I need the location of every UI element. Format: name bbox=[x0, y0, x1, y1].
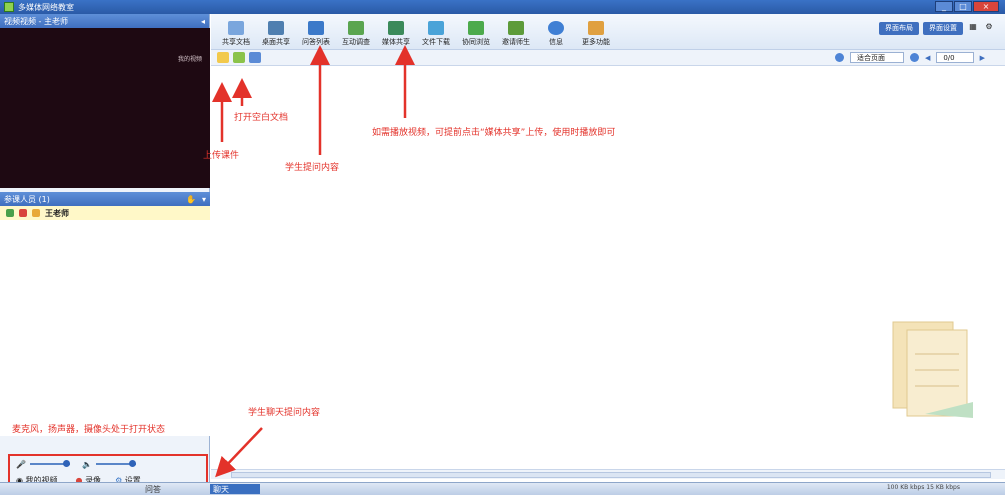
tool-label: 文件下载 bbox=[422, 38, 450, 46]
info-icon bbox=[548, 21, 564, 35]
tool-label: 共享文档 bbox=[222, 38, 250, 46]
volume-row: 🎤 🔈 bbox=[10, 456, 206, 472]
annotation-upload: 上传课件 bbox=[203, 151, 240, 161]
tool-more[interactable]: 更多功能 bbox=[577, 21, 615, 49]
microphone-slider[interactable] bbox=[29, 460, 70, 467]
annotation-media-tip: 如需播放视频，可提前点击“媒体共享”上传，使用时播放即可 bbox=[372, 128, 616, 138]
prev-page-icon[interactable]: ◀ bbox=[925, 54, 930, 62]
tool-label: 信息 bbox=[549, 38, 563, 46]
microphone-icon[interactable]: 🎤 bbox=[16, 460, 26, 469]
app-logo-icon bbox=[4, 2, 14, 12]
invite-icon bbox=[508, 21, 524, 35]
camera-icon bbox=[19, 209, 27, 217]
tool-file-download[interactable]: 文件下载 bbox=[417, 21, 455, 49]
tool-invite[interactable]: 邀请师生 bbox=[497, 21, 535, 49]
user-name: 王老师 bbox=[45, 208, 69, 218]
tool-survey[interactable]: 互动调查 bbox=[337, 21, 375, 49]
toolbar: 共享文档 桌面共享 问答列表 互动调查 媒体共享 文件下载 协同浏览 邀请师生 … bbox=[211, 14, 1005, 50]
tool-desktop-share[interactable]: 桌面共享 bbox=[257, 21, 295, 49]
page-number-field[interactable]: 0/0 bbox=[936, 52, 974, 63]
qa-list-icon bbox=[308, 21, 324, 35]
speaker-slider[interactable] bbox=[95, 460, 136, 467]
folder-open-icon[interactable] bbox=[217, 52, 229, 63]
annotation-student-chat: 学生聊天提问内容 bbox=[248, 408, 321, 418]
more-icon bbox=[588, 21, 604, 35]
tool-label: 媒体共享 bbox=[382, 38, 410, 46]
user-icon bbox=[32, 209, 40, 217]
scrollbar-thumb[interactable] bbox=[231, 472, 991, 478]
view-settings-button[interactable]: 界面设置 bbox=[923, 22, 963, 35]
co-browse-icon bbox=[468, 21, 484, 35]
speaker-slider-knob[interactable] bbox=[128, 460, 136, 467]
microphone-slider-knob[interactable] bbox=[62, 460, 70, 467]
maximize-button[interactable]: □ bbox=[954, 1, 972, 12]
layout-button[interactable]: 界面布局 bbox=[879, 22, 919, 35]
grid-icon[interactable]: ▦ bbox=[967, 22, 979, 35]
gear-icon[interactable]: ⚙ bbox=[983, 22, 995, 35]
pin-icon[interactable]: ◂ bbox=[201, 17, 205, 26]
page-controls: 适合页面 ◀ 0/0 ▶ bbox=[834, 52, 985, 63]
zoom-in-icon[interactable] bbox=[909, 53, 919, 62]
desktop-share-icon bbox=[268, 21, 284, 35]
tool-label: 更多功能 bbox=[582, 38, 610, 46]
tool-media-share[interactable]: 媒体共享 bbox=[377, 21, 415, 49]
tool-label: 互动调查 bbox=[342, 38, 370, 46]
status-bar: 问答 聊天 100 KB kbps 15 KB kbps bbox=[0, 482, 1005, 495]
tool-label: 问答列表 bbox=[302, 38, 330, 46]
notebook-watermark-icon bbox=[892, 321, 973, 418]
network-status: 100 KB kbps 15 KB kbps bbox=[886, 484, 960, 491]
tool-share-doc[interactable]: 共享文档 bbox=[217, 21, 255, 49]
user-list: 王老师 bbox=[0, 206, 210, 436]
window-title: 多媒体网络教室 bbox=[18, 2, 74, 12]
page-mode-select[interactable]: 适合页面 bbox=[849, 52, 904, 63]
window-titlebar: 多媒体网络教室 _ □ × bbox=[0, 0, 1005, 14]
tool-label: 协同浏览 bbox=[462, 38, 490, 46]
video-header-title: 视频视频 - 主老师 bbox=[4, 16, 68, 26]
video-overlay-label: 我的视频 bbox=[177, 56, 202, 63]
toolbar-right: 界面布局 界面设置 ▦ ⚙ bbox=[879, 22, 995, 35]
tool-info[interactable]: 信息 bbox=[537, 21, 575, 49]
chat-tab[interactable]: 聊天 bbox=[210, 484, 260, 494]
next-page-icon[interactable]: ▶ bbox=[980, 54, 985, 62]
horizontal-scrollbar[interactable] bbox=[211, 469, 1005, 479]
annotation-devices-on: 麦克风，扬声器，摄像头处于打开状态 bbox=[12, 425, 166, 435]
pen-icon bbox=[6, 209, 14, 217]
tool-label: 邀请师生 bbox=[502, 38, 530, 46]
list-item[interactable]: 王老师 bbox=[0, 206, 210, 220]
video-area: 我的视频 bbox=[0, 28, 210, 188]
new-document-icon[interactable] bbox=[233, 52, 245, 63]
tool-qa-list[interactable]: 问答列表 bbox=[297, 21, 335, 49]
upload-icon[interactable] bbox=[249, 52, 261, 63]
users-header-icons: ✋ ▾ bbox=[186, 195, 206, 204]
users-panel-header: 参课人员 (1) ✋ ▾ bbox=[0, 192, 210, 206]
document-icon bbox=[228, 21, 244, 35]
filter-icon[interactable]: ▾ bbox=[202, 195, 206, 204]
minimize-button[interactable]: _ bbox=[935, 1, 953, 12]
close-button[interactable]: × bbox=[973, 1, 999, 12]
annotation-student-question: 学生提问内容 bbox=[285, 163, 340, 173]
qa-tab[interactable]: 问答 bbox=[145, 484, 161, 495]
tool-co-browse[interactable]: 协同浏览 bbox=[457, 21, 495, 49]
media-share-icon bbox=[388, 21, 404, 35]
document-subbar: 适合页面 ◀ 0/0 ▶ bbox=[211, 50, 1005, 66]
survey-icon bbox=[348, 21, 364, 35]
window-controls: _ □ × bbox=[935, 1, 999, 12]
users-header-title: 参课人员 (1) bbox=[4, 194, 50, 204]
file-download-icon bbox=[428, 21, 444, 35]
zoom-out-icon[interactable] bbox=[834, 53, 844, 62]
tool-label: 桌面共享 bbox=[262, 38, 290, 46]
video-panel-header: 视频视频 - 主老师 ◂ bbox=[0, 14, 209, 28]
annotation-open-blank: 打开空白文档 bbox=[234, 113, 289, 123]
speaker-icon[interactable]: 🔈 bbox=[82, 460, 92, 469]
hand-icon[interactable]: ✋ bbox=[186, 195, 196, 204]
main-panel: 共享文档 桌面共享 问答列表 互动调查 媒体共享 文件下载 协同浏览 邀请师生 … bbox=[211, 14, 1005, 482]
